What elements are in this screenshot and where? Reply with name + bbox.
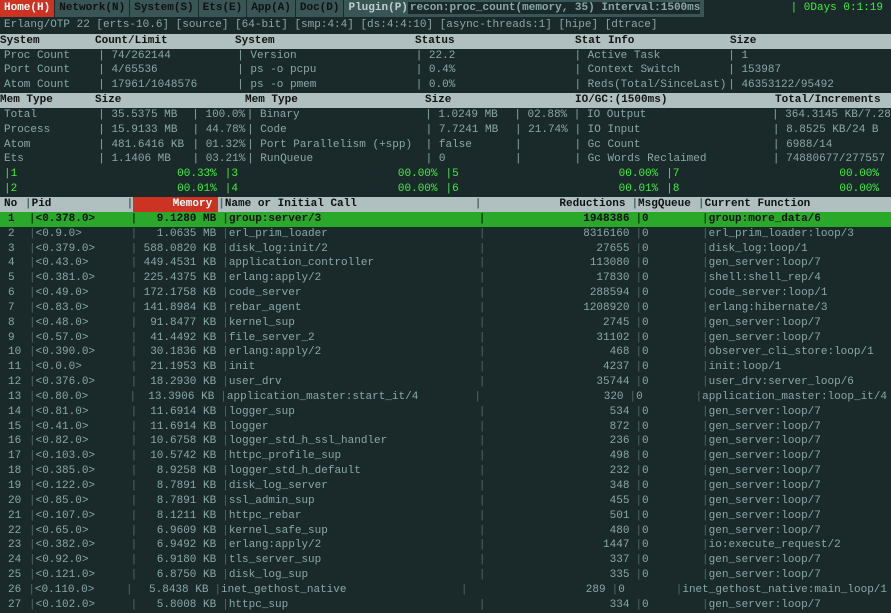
process-row[interactable]: 20|<0.85.0>|8.7891 KB|ssl_admin_sup|455|… xyxy=(0,494,891,509)
process-row[interactable]: 3|<0.379.0>|588.0820 KB|disk_log:init/2|… xyxy=(0,242,891,257)
process-row[interactable]: 17|<0.103.0>|10.5742 KB|httpc_profile_su… xyxy=(0,449,891,464)
system-row: Proc Count| 74/262144| Version| 22.2| Ac… xyxy=(0,49,891,64)
tab-app[interactable]: App(A) xyxy=(247,0,295,17)
mem-header: Mem Type Size Mem Type Size IO/GC:(1500m… xyxy=(0,93,891,108)
process-row[interactable]: 18|<0.385.0>|8.9258 KB|logger_std_h_defa… xyxy=(0,464,891,479)
process-row[interactable]: 11|<0.0.0>|21.1953 KB|init|4237|0|init:l… xyxy=(0,360,891,375)
process-row[interactable]: 10|<0.390.0>|30.1836 KB|erlang:apply/2|4… xyxy=(0,345,891,360)
mem-row: Atom| 481.6416 KB| 01.32%| Port Parallel… xyxy=(0,138,891,153)
queue-rows: |100.33%|300.00%|500.00%|700.00%|200.01%… xyxy=(0,167,891,197)
tab-bar: Home(H) Network(N) System(S) Ets(E) App(… xyxy=(0,0,891,17)
system-row: Atom Count| 17961/1048576| ps -o pmem| 0… xyxy=(0,78,891,93)
process-row[interactable]: 16|<0.82.0>|10.6758 KB|logger_std_h_ssl_… xyxy=(0,434,891,449)
process-row[interactable]: 12|<0.376.0>|18.2930 KB|user_drv|35744|0… xyxy=(0,375,891,390)
process-row[interactable]: 13|<0.80.0>|13.3906 KB|application_maste… xyxy=(0,390,891,405)
process-row[interactable]: 15|<0.41.0>|11.6914 KB|logger|872|0|gen_… xyxy=(0,420,891,435)
process-row[interactable]: 5|<0.381.0>|225.4375 KB|erlang:apply/2|1… xyxy=(0,271,891,286)
system-rows: Proc Count| 74/262144| Version| 22.2| Ac… xyxy=(0,49,891,94)
process-header: No | Pid | Memory | Name or Initial Call… xyxy=(0,197,891,212)
process-list: 1|<0.378.0>|9.1280 MB|group:server/3|194… xyxy=(0,212,891,613)
mem-row: Total| 35.5375 MB| 100.0%| Binary| 1.024… xyxy=(0,108,891,123)
erlang-info: Erlang/OTP 22 [erts-10.6] [source] [64-b… xyxy=(0,17,891,34)
tab-system[interactable]: System(S) xyxy=(130,0,197,17)
tab-doc[interactable]: Doc(D) xyxy=(296,0,344,17)
system-row: Port Count| 4/65536| ps -o pcpu| 0.4%| C… xyxy=(0,63,891,78)
scheduler-row: |200.01%|400.00%|600.01%|800.00% xyxy=(0,182,891,197)
mem-row: Ets| 1.1406 MB| 03.21%| RunQueue| 0| | G… xyxy=(0,152,891,167)
process-row[interactable]: 27|<0.102.0>|5.8008 KB|httpc_sup|334|0|g… xyxy=(0,598,891,613)
process-row[interactable]: 4|<0.43.0>|449.4531 KB|application_contr… xyxy=(0,256,891,271)
mem-row: Process| 15.9133 MB| 44.78%| Code| 7.724… xyxy=(0,123,891,138)
tab-home[interactable]: Home(H) xyxy=(0,0,54,17)
process-row[interactable]: 8|<0.48.0>|91.8477 KB|kernel_sup|2745|0|… xyxy=(0,316,891,331)
process-row[interactable]: 23|<0.382.0>|6.9492 KB|erlang:apply/2|14… xyxy=(0,538,891,553)
process-row[interactable]: 7|<0.83.0>|141.8984 KB|rebar_agent|12089… xyxy=(0,301,891,316)
process-row[interactable]: 6|<0.49.0>|172.1758 KB|code_server|28859… xyxy=(0,286,891,301)
scheduler-row: |100.33%|300.00%|500.00%|700.00% xyxy=(0,167,891,182)
process-row[interactable]: 19|<0.122.0>|8.7891 KB|disk_log_server|3… xyxy=(0,479,891,494)
system-header: System Count/Limit System Status Stat In… xyxy=(0,34,891,49)
process-row[interactable]: 9|<0.57.0>|41.4492 KB|file_server_2|3110… xyxy=(0,331,891,346)
process-row[interactable]: 14|<0.81.0>|11.6914 KB|logger_sup|534|0|… xyxy=(0,405,891,420)
process-row[interactable]: 2|<0.9.0>|1.0635 MB|erl_prim_loader|8316… xyxy=(0,227,891,242)
tab-plugin[interactable]: Plugin(P)recon:proc_count(memory, 35) In… xyxy=(344,0,704,17)
process-row[interactable]: 22|<0.65.0>|6.9609 KB|kernel_safe_sup|48… xyxy=(0,524,891,539)
process-row[interactable]: 21|<0.107.0>|8.1211 KB|httpc_rebar|501|0… xyxy=(0,509,891,524)
process-row[interactable]: 24|<0.92.0>|6.9180 KB|tls_server_sup|337… xyxy=(0,553,891,568)
process-row[interactable]: 1|<0.378.0>|9.1280 MB|group:server/3|194… xyxy=(0,212,891,227)
uptime: | 0Days 0:1:19 xyxy=(787,0,891,17)
mem-rows: Total| 35.5375 MB| 100.0%| Binary| 1.024… xyxy=(0,108,891,167)
tab-ets[interactable]: Ets(E) xyxy=(199,0,247,17)
process-row[interactable]: 25|<0.121.0>|6.8750 KB|disk_log_sup|335|… xyxy=(0,568,891,583)
tab-network[interactable]: Network(N) xyxy=(55,0,129,17)
process-row[interactable]: 26|<0.110.0>|5.8438 KB|inet_gethost_nati… xyxy=(0,583,891,598)
